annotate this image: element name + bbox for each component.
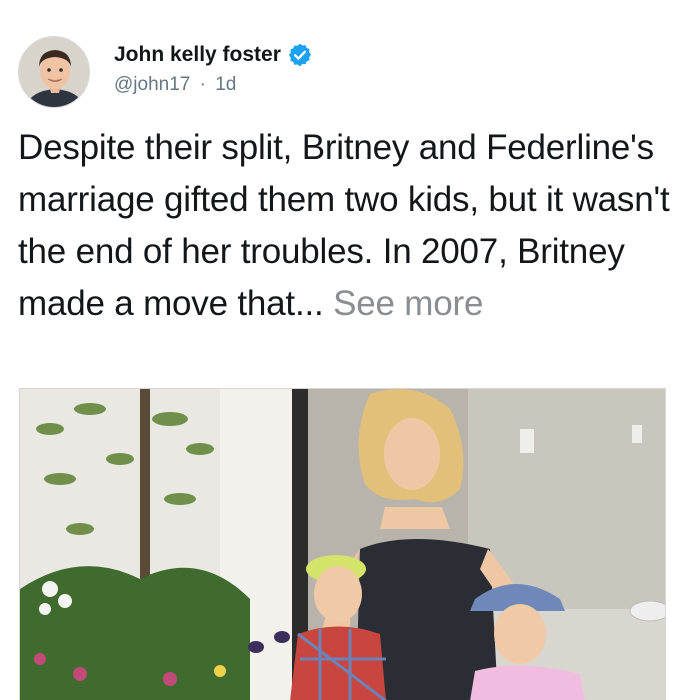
handle-row: @john17 · 1d bbox=[114, 74, 236, 96]
author-name[interactable]: John kelly foster bbox=[114, 43, 281, 67]
verified-badge-icon bbox=[288, 43, 311, 67]
tweet-photo[interactable] bbox=[19, 388, 666, 700]
tweet-header: John kelly foster @john17 · 1d bbox=[18, 36, 682, 112]
separator-dot: · bbox=[199, 74, 206, 95]
see-more-link[interactable]: See more bbox=[333, 284, 483, 323]
author-row: John kelly foster bbox=[114, 42, 313, 68]
tweet-text: Despite their split, Britney and Federli… bbox=[18, 122, 678, 330]
timestamp[interactable]: 1d bbox=[215, 74, 236, 95]
avatar[interactable] bbox=[18, 36, 90, 108]
author-handle[interactable]: @john17 bbox=[114, 74, 190, 95]
